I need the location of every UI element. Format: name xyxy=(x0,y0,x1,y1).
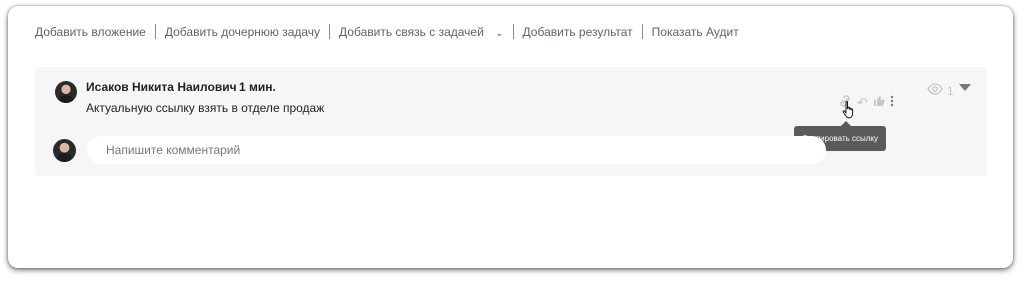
views-counter: 1 xyxy=(927,83,954,98)
divider xyxy=(512,24,514,39)
add-subtask-link[interactable]: Добавить дочернюю задачу xyxy=(165,25,320,39)
reply-icon[interactable]: ↶ xyxy=(857,95,868,111)
views-count: 1 xyxy=(947,83,954,98)
chevron-down-icon: ⌄ xyxy=(495,27,504,39)
expand-caret-icon[interactable] xyxy=(959,84,971,91)
avatar xyxy=(53,139,76,162)
avatar[interactable] xyxy=(55,81,77,103)
comment-time: 1 мин. xyxy=(239,80,276,94)
divider xyxy=(154,24,156,39)
comment-author[interactable]: Исаков Никита Наилович xyxy=(86,80,237,94)
task-card: Добавить вложение Добавить дочернюю зада… xyxy=(8,6,1013,268)
show-audit-link[interactable]: Показать Аудит xyxy=(652,25,739,39)
task-actions-bar: Добавить вложение Добавить дочернюю зада… xyxy=(35,24,739,39)
divider xyxy=(329,24,331,39)
add-result-link[interactable]: Добавить результат xyxy=(523,25,633,39)
add-task-link-label: Добавить связь с задачей xyxy=(339,24,484,39)
eye-icon xyxy=(927,83,943,98)
divider xyxy=(641,24,643,39)
more-vertical-icon[interactable] xyxy=(890,95,894,110)
comment-input[interactable] xyxy=(87,136,826,164)
comment-block: Исаков Никита Наилович 1 мин. Актуальную… xyxy=(35,67,987,176)
comment-text: Актуальную ссылку взять в отделе продаж xyxy=(86,101,325,115)
thumbs-up-icon[interactable] xyxy=(873,95,885,110)
add-task-link-dropdown[interactable]: Добавить связь с задачей ⌄ xyxy=(339,25,503,39)
add-attachment-link[interactable]: Добавить вложение xyxy=(35,25,146,39)
